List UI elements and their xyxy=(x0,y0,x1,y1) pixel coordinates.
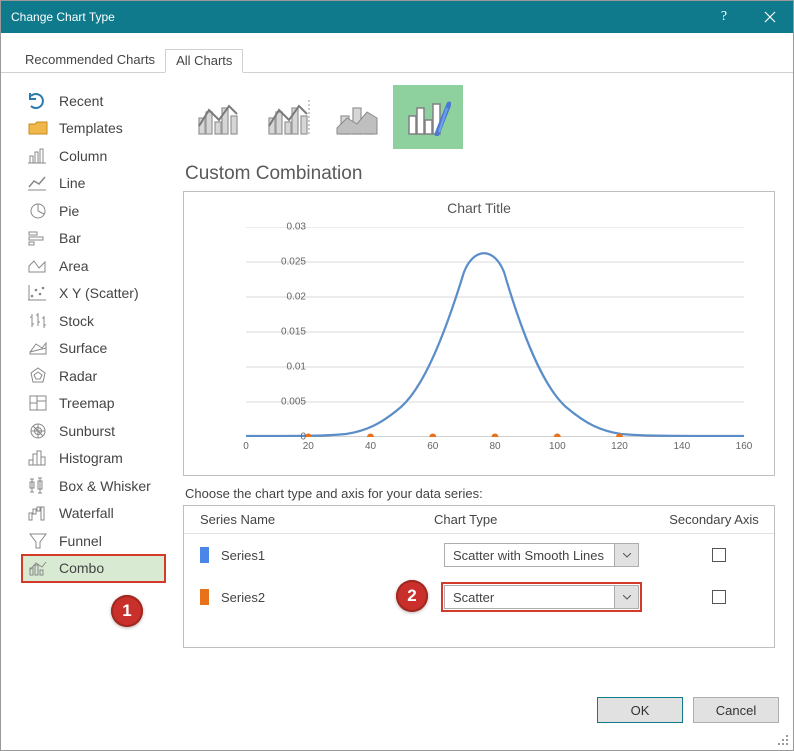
surface-icon xyxy=(27,338,49,358)
funnel-icon xyxy=(27,531,49,551)
subtype-clustered-line[interactable] xyxy=(183,85,253,149)
combo-icon xyxy=(27,558,49,578)
series-row-2: Series2 2 Scatter xyxy=(184,576,774,618)
recent-icon xyxy=(27,91,49,111)
sidebar-item-label: Templates xyxy=(59,120,123,136)
sidebar-item-label: Funnel xyxy=(59,533,102,549)
sidebar-item-boxwhisker[interactable]: Box & Whisker xyxy=(25,472,171,500)
dialog-footer: OK Cancel xyxy=(1,687,793,733)
sidebar-item-label: X Y (Scatter) xyxy=(59,285,139,301)
sidebar-item-label: Sunburst xyxy=(59,423,115,439)
sidebar-item-sunburst[interactable]: Sunburst xyxy=(25,417,171,445)
series1-secondary-axis-checkbox[interactable] xyxy=(712,548,726,562)
series2-name: Series2 xyxy=(221,590,265,605)
sidebar-item-stock[interactable]: Stock xyxy=(25,307,171,335)
section-title: Custom Combination xyxy=(185,163,775,185)
chart-title: Chart Title xyxy=(184,192,774,216)
ok-button[interactable]: OK xyxy=(597,697,683,723)
callout-1: 1 xyxy=(111,595,143,627)
sidebar-item-label: Bar xyxy=(59,230,81,246)
title-bar: Change Chart Type ? xyxy=(1,1,793,33)
sidebar-item-label: Treemap xyxy=(59,395,115,411)
sidebar-item-radar[interactable]: Radar xyxy=(25,362,171,390)
series1-chart-type-dropdown[interactable]: Scatter with Smooth Lines xyxy=(444,543,639,567)
waterfall-icon xyxy=(27,503,49,523)
subtype-clustered-line-secondary[interactable] xyxy=(253,85,323,149)
sidebar-item-line[interactable]: Line xyxy=(25,170,171,198)
main-panel: Custom Combination Chart Title xyxy=(171,73,793,687)
sidebar-item-templates[interactable]: Templates xyxy=(25,115,171,143)
series2-color-swatch xyxy=(200,589,209,605)
sidebar-item-label: Combo xyxy=(59,560,104,576)
chevron-down-icon xyxy=(614,586,638,608)
series-table-header: Series Name Chart Type Secondary Axis xyxy=(184,506,774,534)
treemap-icon xyxy=(27,393,49,413)
stock-icon xyxy=(27,311,49,331)
window-title: Change Chart Type xyxy=(11,10,701,24)
sidebar-item-bar[interactable]: Bar xyxy=(25,225,171,253)
cancel-button[interactable]: Cancel xyxy=(693,697,779,723)
callout-2: 2 xyxy=(396,580,428,612)
sidebar-item-treemap[interactable]: Treemap xyxy=(25,390,171,418)
sidebar-item-label: Column xyxy=(59,148,107,164)
sidebar-item-label: Box & Whisker xyxy=(59,478,151,494)
subtype-custom[interactable] xyxy=(393,85,463,149)
sidebar-item-funnel[interactable]: Funnel xyxy=(25,527,171,555)
sidebar-item-scatter[interactable]: X Y (Scatter) xyxy=(25,280,171,308)
sidebar-item-label: Line xyxy=(59,175,85,191)
sidebar-item-surface[interactable]: Surface xyxy=(25,335,171,363)
sunburst-icon xyxy=(27,421,49,441)
boxwhisker-icon xyxy=(27,476,49,496)
sidebar-item-recent[interactable]: Recent xyxy=(25,87,171,115)
sidebar-item-combo[interactable]: Combo xyxy=(22,555,165,583)
sidebar-item-label: Radar xyxy=(59,368,97,384)
sidebar-item-label: Area xyxy=(59,258,89,274)
chart-category-list: Recent Templates Column Line Pie Bar Are… xyxy=(1,73,171,687)
sidebar-item-label: Stock xyxy=(59,313,94,329)
sidebar-item-pie[interactable]: Pie xyxy=(25,197,171,225)
resize-grip[interactable] xyxy=(778,735,790,747)
sidebar-item-label: Histogram xyxy=(59,450,123,466)
sidebar-item-label: Surface xyxy=(59,340,107,356)
column-icon xyxy=(27,146,49,166)
tab-all-charts[interactable]: All Charts xyxy=(165,49,243,73)
series-row-1: Series1 Scatter with Smooth Lines xyxy=(184,534,774,576)
tab-strip: Recommended Charts All Charts xyxy=(1,33,793,73)
sidebar-item-area[interactable]: Area xyxy=(25,252,171,280)
series1-name: Series1 xyxy=(221,548,265,563)
plot-area: 0.030.0250.020.0150.010.0050 02040608010… xyxy=(246,227,744,437)
sidebar-item-waterfall[interactable]: Waterfall xyxy=(25,500,171,528)
line-icon xyxy=(27,173,49,193)
pie-icon xyxy=(27,201,49,221)
series2-secondary-axis-checkbox[interactable] xyxy=(712,590,726,604)
close-icon xyxy=(764,11,776,23)
sidebar-item-column[interactable]: Column xyxy=(25,142,171,170)
bar-icon xyxy=(27,228,49,248)
series1-color-swatch xyxy=(200,547,209,563)
help-button[interactable]: ? xyxy=(701,1,747,33)
chart-preview: Chart Title 0.030.0250.020.0150.010 xyxy=(183,191,775,476)
folder-icon xyxy=(27,118,49,138)
subtype-stacked-area[interactable] xyxy=(323,85,393,149)
series2-chart-type-dropdown[interactable]: Scatter xyxy=(444,585,639,609)
radar-icon xyxy=(27,366,49,386)
sidebar-item-label: Pie xyxy=(59,203,79,219)
header-secondary-axis: Secondary Axis xyxy=(664,512,764,527)
header-chart-type: Chart Type xyxy=(434,512,664,527)
sidebar-item-histogram[interactable]: Histogram xyxy=(25,445,171,473)
combo-subtype-row xyxy=(183,85,775,149)
sidebar-item-label: Waterfall xyxy=(59,505,114,521)
scatter-icon xyxy=(27,283,49,303)
histogram-icon xyxy=(27,448,49,468)
area-icon xyxy=(27,256,49,276)
chevron-down-icon xyxy=(614,544,638,566)
tab-recommended[interactable]: Recommended Charts xyxy=(15,49,165,72)
series-table: Series Name Chart Type Secondary Axis Se… xyxy=(183,505,775,648)
instruction-text: Choose the chart type and axis for your … xyxy=(185,486,775,501)
sidebar-item-label: Recent xyxy=(59,93,103,109)
close-button[interactable] xyxy=(747,1,793,33)
header-series-name: Series Name xyxy=(200,512,434,527)
